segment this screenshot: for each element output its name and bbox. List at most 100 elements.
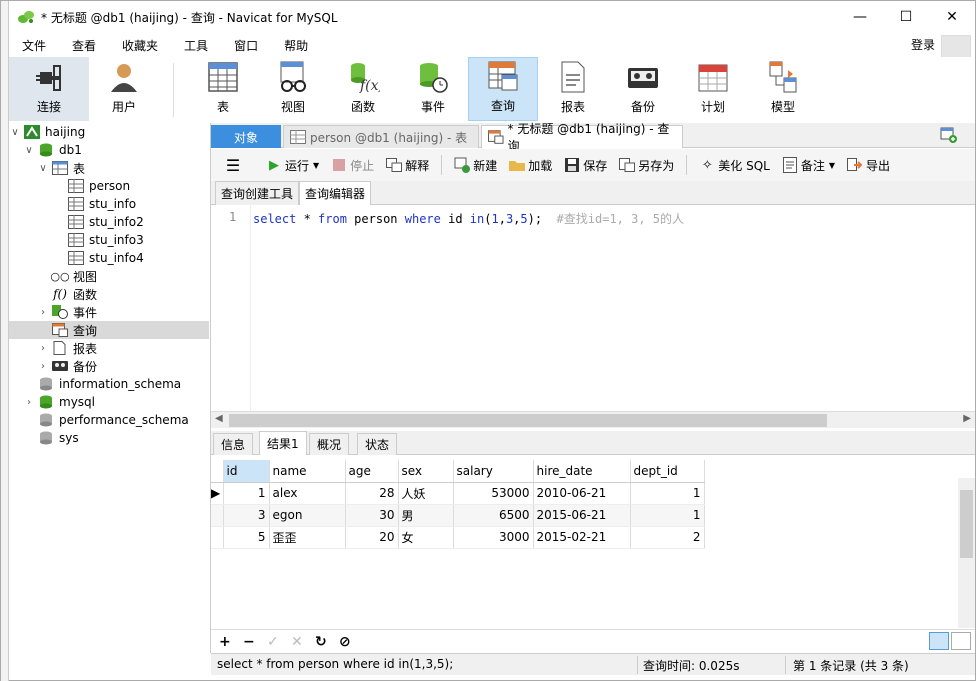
report-button[interactable]: 报表 xyxy=(538,57,608,121)
menu-file[interactable]: 文件 xyxy=(9,37,59,54)
add-record-button[interactable]: + xyxy=(219,634,243,650)
login-link[interactable]: 登录 xyxy=(911,36,935,53)
tree-table-stu-info3[interactable]: stu_info3 xyxy=(65,231,144,249)
backup-button[interactable]: 备份 xyxy=(608,57,678,121)
tab-untitled-query[interactable]: * 无标题 @db1 (haijing) - 查询 xyxy=(481,122,683,153)
table-cell[interactable]: 2015-02-21 xyxy=(533,526,631,549)
form-view-icon[interactable] xyxy=(951,632,971,650)
table-cell[interactable]: 20 xyxy=(345,526,399,549)
menu-tools[interactable]: 工具 xyxy=(171,37,221,54)
tree-table-person[interactable]: person xyxy=(65,177,130,195)
table-cell[interactable]: 2010-06-21 xyxy=(533,482,631,505)
tree-table-stu-info4[interactable]: stu_info4 xyxy=(65,249,144,267)
table-cell[interactable]: 6500 xyxy=(453,504,534,527)
chevron-down-icon[interactable]: ▼ xyxy=(829,161,835,170)
table-cell[interactable]: 2015-06-21 xyxy=(533,504,631,527)
tab-result1[interactable]: 结果1 xyxy=(259,431,307,455)
table-cell[interactable]: 53000 xyxy=(453,482,534,505)
sql-code-line[interactable]: select * from person where id in(1,3,5);… xyxy=(253,210,684,227)
model-button[interactable]: 模型 xyxy=(748,57,818,121)
table-row[interactable]: 3 egon 30 男 6500 2015-06-21 1 xyxy=(211,504,705,527)
result-grid[interactable]: id name age sex salary hire_date dept_id… xyxy=(211,456,975,629)
tree-table-stu-info2[interactable]: stu_info2 xyxy=(65,213,144,231)
tree-queries[interactable]: 查询 xyxy=(9,321,209,339)
table-cell[interactable]: 男 xyxy=(398,504,454,527)
run-button[interactable]: ▶ 运行 ▼ xyxy=(266,157,319,174)
table-button[interactable]: 表 xyxy=(188,57,258,121)
chevron-right-icon[interactable]: › xyxy=(37,361,49,372)
tab-profile[interactable]: 概况 xyxy=(309,433,350,455)
tree-events[interactable]: › 事件 xyxy=(37,303,97,321)
tab-objects[interactable]: 对象 xyxy=(211,125,281,148)
new-query-button[interactable]: 新建 xyxy=(454,157,497,174)
table-row[interactable]: ▶ 1 alex 28 人妖 53000 2010-06-21 1 xyxy=(211,482,705,505)
menu-view[interactable]: 查看 xyxy=(59,37,109,54)
note-button[interactable]: 备注 ▼ xyxy=(782,157,835,174)
new-tab-icon[interactable] xyxy=(939,126,959,144)
table-cell[interactable]: 2 xyxy=(630,526,705,549)
sql-editor[interactable]: 1 select * from person where id in(1,3,5… xyxy=(211,205,975,411)
column-header-name[interactable]: name xyxy=(269,460,346,483)
save-button[interactable]: 保存 xyxy=(564,157,607,174)
table-cell[interactable]: 1 xyxy=(630,504,705,527)
table-cell[interactable]: 30 xyxy=(345,504,399,527)
column-header-salary[interactable]: salary xyxy=(453,460,534,483)
beautify-sql-button[interactable]: ✧ 美化 SQL xyxy=(699,157,770,174)
tree-db-sys[interactable]: sys xyxy=(23,429,79,447)
tree-functions[interactable]: f() 函数 xyxy=(49,285,97,303)
chevron-down-icon[interactable]: ∨ xyxy=(23,145,35,156)
tab-status[interactable]: 状态 xyxy=(357,433,398,455)
connect-button[interactable]: 连接 xyxy=(9,57,89,121)
stop-button[interactable]: 停止 xyxy=(331,157,374,174)
discard-changes-button[interactable]: ✕ xyxy=(291,634,315,650)
hamburger-menu-button[interactable]: ☰ xyxy=(225,156,244,175)
tree-db-performance-schema[interactable]: performance_schema xyxy=(23,411,189,429)
column-header-sex[interactable]: sex xyxy=(398,460,454,483)
tree-reports[interactable]: › 报表 xyxy=(37,339,97,357)
chevron-right-icon[interactable]: › xyxy=(37,307,49,318)
column-header-dept-id[interactable]: dept_id xyxy=(630,460,705,483)
load-button[interactable]: 加载 xyxy=(509,157,552,174)
chevron-right-icon[interactable]: › xyxy=(37,343,49,354)
export-button[interactable]: 导出 xyxy=(847,157,890,174)
close-button[interactable]: ✕ xyxy=(929,1,975,33)
table-cell[interactable]: 3 xyxy=(223,504,270,527)
editor-horizontal-scrollbar[interactable]: ◀ ▶ xyxy=(211,411,975,428)
chevron-right-icon[interactable]: › xyxy=(23,397,35,408)
delete-record-button[interactable]: − xyxy=(243,634,267,650)
tree-db1[interactable]: ∨ db1 xyxy=(23,141,82,159)
table-cell[interactable]: 歪歪 xyxy=(269,526,346,549)
table-cell[interactable]: alex xyxy=(269,482,346,505)
function-button[interactable]: f(x) 函数 xyxy=(328,57,398,121)
column-header-id[interactable]: id xyxy=(223,460,270,483)
user-button[interactable]: 用户 xyxy=(89,57,159,121)
table-cell[interactable]: egon xyxy=(269,504,346,527)
scroll-right-icon[interactable]: ▶ xyxy=(963,413,971,424)
table-cell[interactable]: 3000 xyxy=(453,526,534,549)
tree-views[interactable]: ○○ 视图 xyxy=(49,267,97,285)
tree-db-information-schema[interactable]: information_schema xyxy=(23,375,181,393)
menu-window[interactable]: 窗口 xyxy=(221,37,271,54)
table-cell[interactable]: 28 xyxy=(345,482,399,505)
table-cell[interactable]: 人妖 xyxy=(398,482,454,505)
query-button[interactable]: 查询 xyxy=(468,57,538,121)
tree-table-stu-info[interactable]: stu_info xyxy=(65,195,136,213)
table-cell[interactable]: 女 xyxy=(398,526,454,549)
refresh-button[interactable]: ↻ xyxy=(315,634,339,650)
maximize-button[interactable]: ☐ xyxy=(883,1,929,33)
minimize-button[interactable]: — xyxy=(837,1,883,33)
menu-favorites[interactable]: 收藏夹 xyxy=(109,37,171,54)
table-cell[interactable]: 1 xyxy=(223,482,270,505)
event-button[interactable]: 事件 xyxy=(398,57,468,121)
menu-help[interactable]: 帮助 xyxy=(271,37,321,54)
table-cell[interactable]: 1 xyxy=(630,482,705,505)
tab-person-table[interactable]: person @db1 (haijing) - 表 xyxy=(283,125,479,148)
tree-tables-folder[interactable]: ∨ 表 xyxy=(37,159,85,177)
stop-query-button[interactable]: ⊘ xyxy=(339,634,363,650)
tree-db-mysql[interactable]: › mysql xyxy=(23,393,95,411)
table-cell[interactable]: 5 xyxy=(223,526,270,549)
scrollbar-thumb[interactable] xyxy=(960,490,973,558)
save-as-button[interactable]: 另存为 xyxy=(619,157,674,174)
table-row[interactable]: 5 歪歪 20 女 3000 2015-02-21 2 xyxy=(211,526,705,549)
grid-vertical-scrollbar[interactable] xyxy=(958,478,975,628)
